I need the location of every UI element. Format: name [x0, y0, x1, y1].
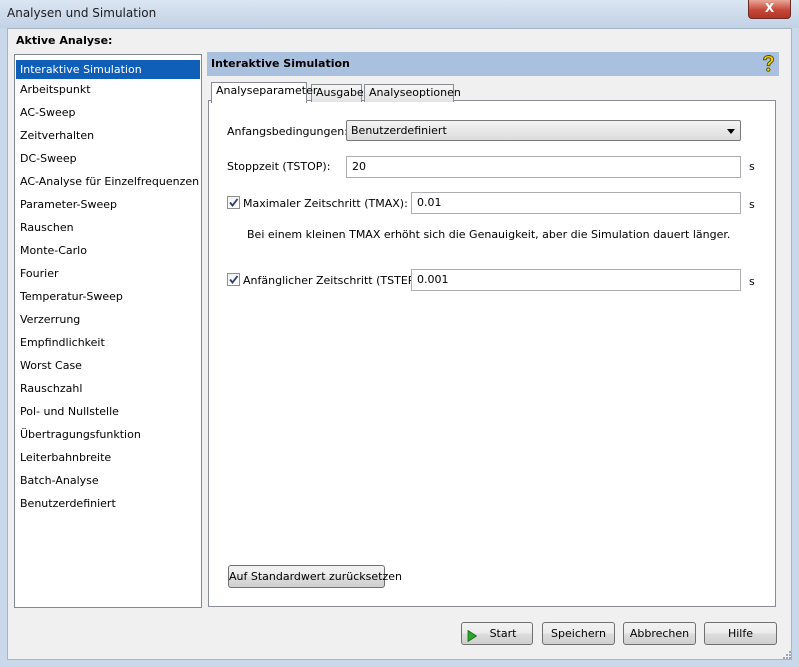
analysis-item-dc-sweep[interactable]: DC-Sweep: [16, 149, 200, 168]
checkmark-icon: [229, 275, 239, 284]
analysis-item-sensitivity[interactable]: Empfindlichkeit: [16, 333, 200, 352]
resize-grip-icon[interactable]: [782, 650, 792, 660]
initial-conditions-select[interactable]: Benutzerdefiniert: [346, 120, 741, 141]
initial-step-checkbox[interactable]: [227, 273, 240, 286]
tab-output[interactable]: Ausgabe: [311, 84, 364, 102]
analysis-item-noise-figure[interactable]: Rauschzahl: [16, 379, 200, 398]
play-icon: [467, 628, 478, 649]
analysis-item-temperature-sweep[interactable]: Temperatur-Sweep: [16, 287, 200, 306]
save-button[interactable]: Speichern: [542, 622, 615, 645]
save-label: Speichern: [551, 627, 606, 640]
reset-defaults-button[interactable]: Auf Standardwert zurücksetzen: [228, 565, 402, 588]
max-step-input[interactable]: 0.01: [411, 192, 741, 214]
max-step-checkbox[interactable]: [227, 196, 240, 209]
analysis-item-transient[interactable]: Zeitverhalten: [16, 126, 200, 145]
analysis-item-ac-sweep[interactable]: AC-Sweep: [16, 103, 200, 122]
analysis-item-transfer-function[interactable]: Übertragungsfunktion: [16, 425, 200, 444]
tab-analysis-options[interactable]: Analyseoptionen: [364, 84, 461, 102]
analysis-item-interactive-simulation[interactable]: Interaktive Simulation: [16, 60, 200, 79]
panel-header: Interaktive Simulation: [207, 52, 779, 76]
initial-conditions-label: Anfangsbedingungen:: [227, 125, 348, 138]
start-label: Start: [489, 627, 517, 640]
active-analysis-label: Aktive Analyse:: [16, 34, 113, 47]
analysis-item-operating-point[interactable]: Arbeitspunkt: [16, 80, 200, 99]
max-step-unit: s: [749, 198, 755, 211]
analysis-item-trace-width[interactable]: Leiterbahnbreite: [16, 448, 200, 467]
window-title: Analysen und Simulation: [7, 6, 157, 20]
tmax-hint-text: Bei einem kleinen TMAX erhöht sich die G…: [247, 228, 731, 241]
help-button[interactable]: Hilfe: [704, 622, 777, 645]
initial-step-label: Anfänglicher Zeitschritt (TSTEP):: [243, 274, 423, 287]
stop-time-input[interactable]: 20: [346, 156, 741, 178]
initial-conditions-value: Benutzerdefiniert: [351, 124, 447, 137]
stop-time-unit: s: [749, 160, 755, 173]
analysis-item-pole-zero[interactable]: Pol- und Nullstelle: [16, 402, 200, 421]
title-bar: Analysen und Simulation X: [0, 0, 799, 28]
analysis-item-user-defined[interactable]: Benutzerdefiniert: [16, 494, 200, 513]
close-button[interactable]: X: [748, 0, 791, 19]
help-question-icon[interactable]: [760, 54, 777, 73]
max-step-label: Maximaler Zeitschritt (TMAX):: [243, 197, 408, 210]
tab-analysis-parameters[interactable]: Analyseparameter: [211, 82, 317, 103]
panel-title: Interaktive Simulation: [211, 57, 350, 70]
analysis-item-monte-carlo[interactable]: Monte-Carlo: [16, 241, 200, 260]
analysis-item-distortion[interactable]: Verzerrung: [16, 310, 200, 329]
analysis-item-fourier[interactable]: Fourier: [16, 264, 200, 283]
analysis-list[interactable]: Interaktive Simulation Arbeitspunkt AC-S…: [14, 54, 202, 608]
analysis-item-worst-case[interactable]: Worst Case: [16, 356, 200, 375]
stop-time-label: Stoppzeit (TSTOP):: [227, 160, 331, 173]
analysis-item-parameter-sweep[interactable]: Parameter-Sweep: [16, 195, 200, 214]
help-label: Hilfe: [727, 627, 754, 640]
analysis-item-single-frequency-ac[interactable]: AC-Analyse für Einzelfrequenzen: [16, 172, 200, 191]
cancel-label: Abbrechen: [629, 627, 690, 640]
initial-step-input[interactable]: 0.001: [411, 269, 741, 291]
checkmark-icon: [229, 198, 239, 207]
chevron-down-icon: [727, 129, 735, 134]
cancel-button[interactable]: Abbrechen: [623, 622, 696, 645]
analysis-item-batch[interactable]: Batch-Analyse: [16, 471, 200, 490]
analysis-item-noise[interactable]: Rauschen: [16, 218, 200, 237]
reset-defaults-label: Auf Standardwert zurücksetzen: [229, 570, 402, 583]
initial-step-unit: s: [749, 275, 755, 288]
start-button[interactable]: Start: [461, 622, 533, 645]
